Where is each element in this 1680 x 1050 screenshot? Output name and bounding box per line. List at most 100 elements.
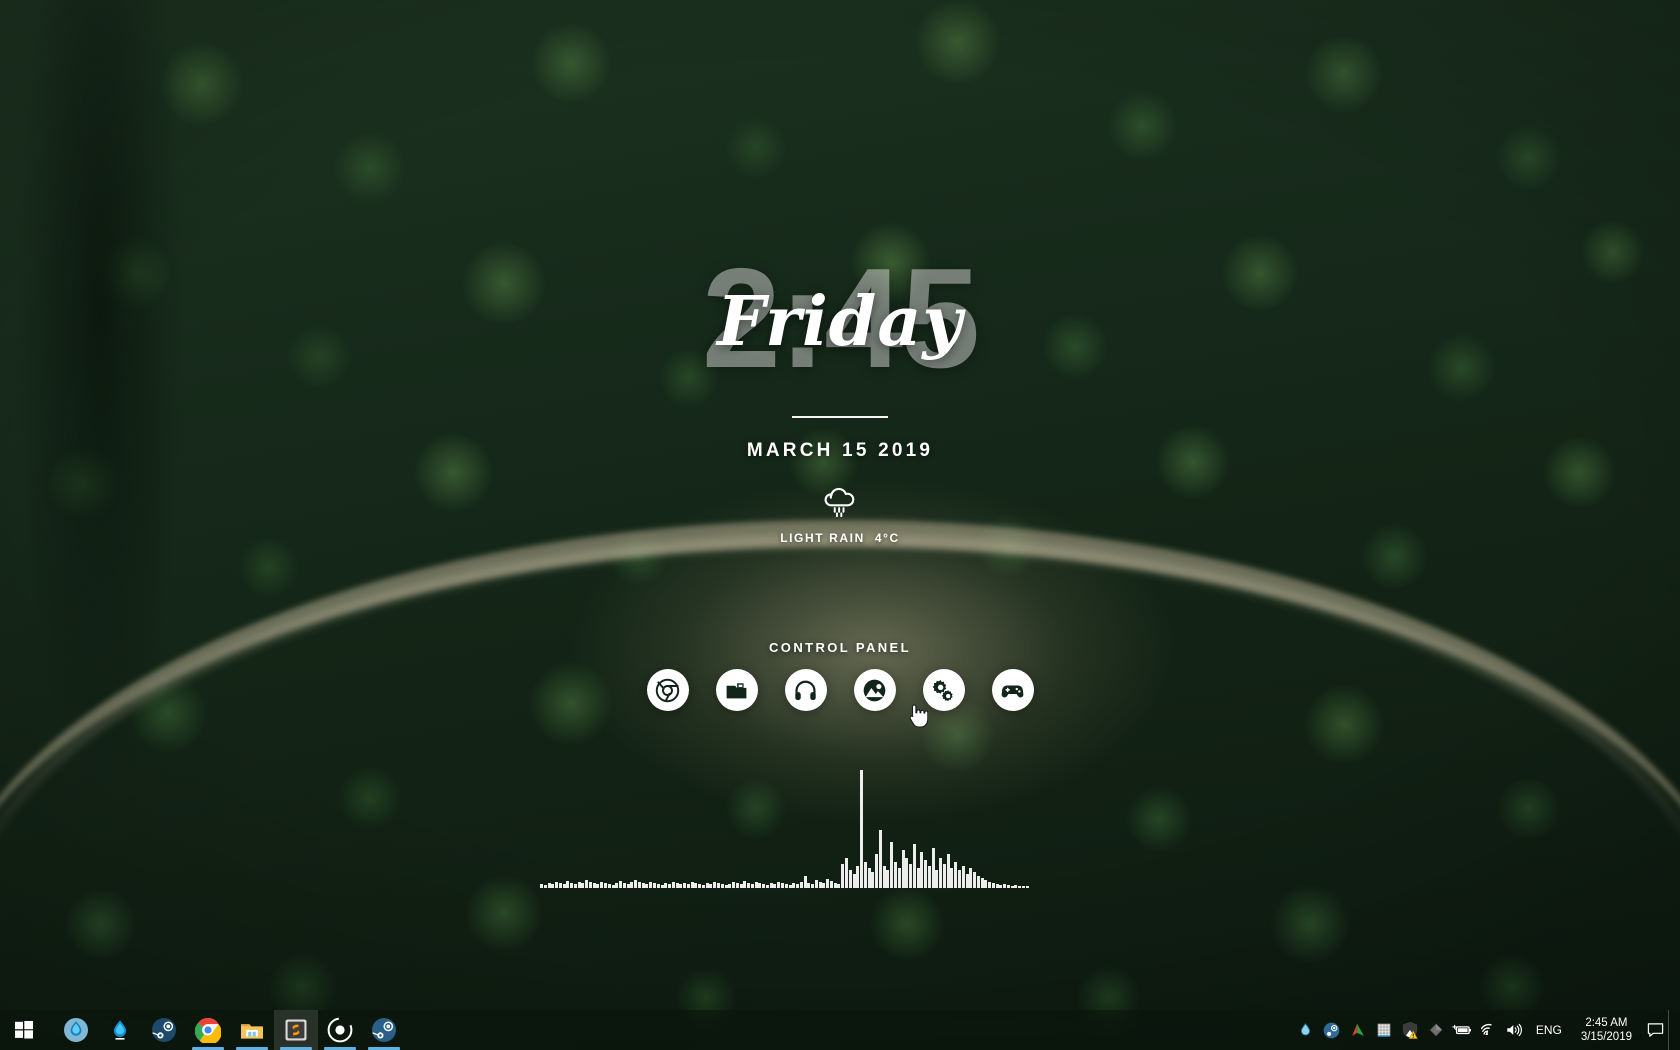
visualizer-bar (927, 866, 931, 888)
triangle-tray-icon[interactable] (1345, 1010, 1371, 1050)
visualizer-bar (897, 868, 901, 888)
visualizer-bar (822, 883, 826, 888)
visualizer-bar (765, 885, 769, 888)
visualizer-bar (878, 830, 882, 888)
visualizer-bar (675, 883, 679, 888)
gears-icon[interactable] (922, 669, 965, 711)
visualizer-bar (637, 882, 641, 888)
steam-tray-icon[interactable] (1319, 1010, 1345, 1050)
battery-icon[interactable] (1449, 1010, 1475, 1050)
visualizer-bar (588, 882, 592, 888)
visualizer-bar (713, 882, 717, 888)
taskbar-item-waterdrop-icon[interactable] (98, 1010, 142, 1050)
taskbar[interactable]: ENG 2:45 AM 3/15/2019 (0, 1010, 1680, 1050)
visualizer-bar (946, 854, 950, 888)
audio-visualizer (540, 760, 1030, 888)
visualizer-bar (709, 884, 713, 888)
chrome-icon[interactable] (646, 669, 689, 711)
language-indicator[interactable]: ENG (1527, 1010, 1571, 1050)
visualizer-bar (969, 868, 973, 888)
visualizer-bar (671, 882, 675, 888)
visualizer-bar (690, 882, 694, 888)
visualizer-bar (649, 882, 653, 888)
visualizer-bar (999, 885, 1003, 888)
weather-status: LIGHT RAIN 4°C (0, 531, 1680, 545)
visualizer-bar (630, 882, 634, 888)
visualizer-bar (754, 882, 758, 888)
visualizer-bar (796, 884, 800, 888)
visualizer-bar (845, 858, 849, 888)
visualizer-bar (558, 883, 562, 888)
action-center-icon[interactable] (1642, 1010, 1668, 1050)
taskbar-item-steam-icon[interactable] (142, 1010, 186, 1050)
visualizer-bar (660, 885, 664, 888)
taskbar-item-steam-app-icon[interactable] (362, 1010, 406, 1050)
folder-icon[interactable] (715, 669, 758, 711)
visualizer-bar (540, 884, 543, 888)
taskbar-clock[interactable]: 2:45 AM 3/15/2019 (1571, 1010, 1642, 1050)
visualizer-bar (581, 883, 585, 888)
waterdrop-tray-icon[interactable] (1293, 1010, 1319, 1050)
visualizer-bar (551, 884, 555, 888)
grid-tray-icon[interactable] (1371, 1010, 1397, 1050)
visualizer-bar (600, 882, 604, 888)
visualizer-bar (641, 883, 645, 888)
visualizer-bar (939, 858, 943, 888)
security-shield-icon[interactable] (1397, 1010, 1423, 1050)
wifi-icon[interactable] (1475, 1010, 1501, 1050)
taskbar-app-list (54, 1010, 406, 1050)
visualizer-bar (882, 866, 886, 888)
visualizer-bar (747, 883, 751, 888)
visualizer-bar (592, 883, 596, 888)
taskbar-item-chrome-icon[interactable] (186, 1010, 230, 1050)
visualizer-bar (875, 854, 879, 888)
visualizer-bar (622, 883, 626, 888)
visualizer-bar (784, 884, 788, 888)
volume-icon[interactable] (1501, 1010, 1527, 1050)
visualizer-bar (705, 883, 709, 888)
control-panel-icon-row (0, 669, 1680, 711)
visualizer-bar (957, 870, 961, 888)
show-desktop-button[interactable] (1668, 1010, 1676, 1050)
visualizer-bar (905, 858, 909, 888)
visualizer-bar (909, 864, 913, 888)
visualizer-bar (585, 880, 589, 888)
taskbar-item-file-explorer-icon[interactable] (230, 1010, 274, 1050)
taskbar-item-circle-app-icon[interactable] (318, 1010, 362, 1050)
visualizer-bar (547, 883, 551, 888)
start-button[interactable] (0, 1010, 48, 1050)
visualizer-bar (668, 884, 672, 888)
photos-icon[interactable] (853, 669, 896, 711)
visualizer-bar (577, 882, 581, 888)
visualizer-bar (803, 876, 807, 888)
visualizer-bar (694, 883, 698, 888)
visualizer-bar (716, 883, 720, 888)
desktop[interactable]: 2:45 Friday MARCH 15 2019 LIGHT RAIN 4°C (0, 0, 1680, 1050)
weather-widget: LIGHT RAIN 4°C (0, 478, 1680, 545)
visualizer-bar (950, 868, 954, 888)
visualizer-bar (769, 883, 773, 888)
visualizer-bar (1006, 885, 1010, 888)
visualizer-bar (615, 883, 619, 888)
visualizer-bar (724, 885, 728, 888)
visualizer-bar (781, 883, 784, 888)
visualizer-bar (976, 876, 980, 888)
visualizer-bar (856, 866, 860, 888)
clock-widget: 2:45 Friday MARCH 15 2019 (0, 248, 1680, 462)
gamepad-icon[interactable] (991, 669, 1034, 711)
visualizer-bar (664, 883, 668, 888)
taskbar-item-rainmeter-icon[interactable] (54, 1010, 98, 1050)
visualizer-bar (773, 884, 777, 888)
visualizer-bar (1018, 886, 1022, 888)
clock-date: MARCH 15 2019 (746, 440, 934, 461)
visualizer-bar (829, 881, 833, 888)
visualizer-bar (965, 874, 969, 888)
visualizer-bar (739, 884, 743, 888)
visualizer-bar (867, 868, 871, 888)
visualizer-bar (916, 868, 920, 888)
diamond-tray-icon[interactable] (1423, 1010, 1449, 1050)
headphones-icon[interactable] (784, 669, 827, 711)
visualizer-bar (920, 852, 924, 888)
taskbar-item-sublime-text-icon[interactable] (274, 1010, 318, 1050)
visualizer-bar (814, 880, 818, 888)
